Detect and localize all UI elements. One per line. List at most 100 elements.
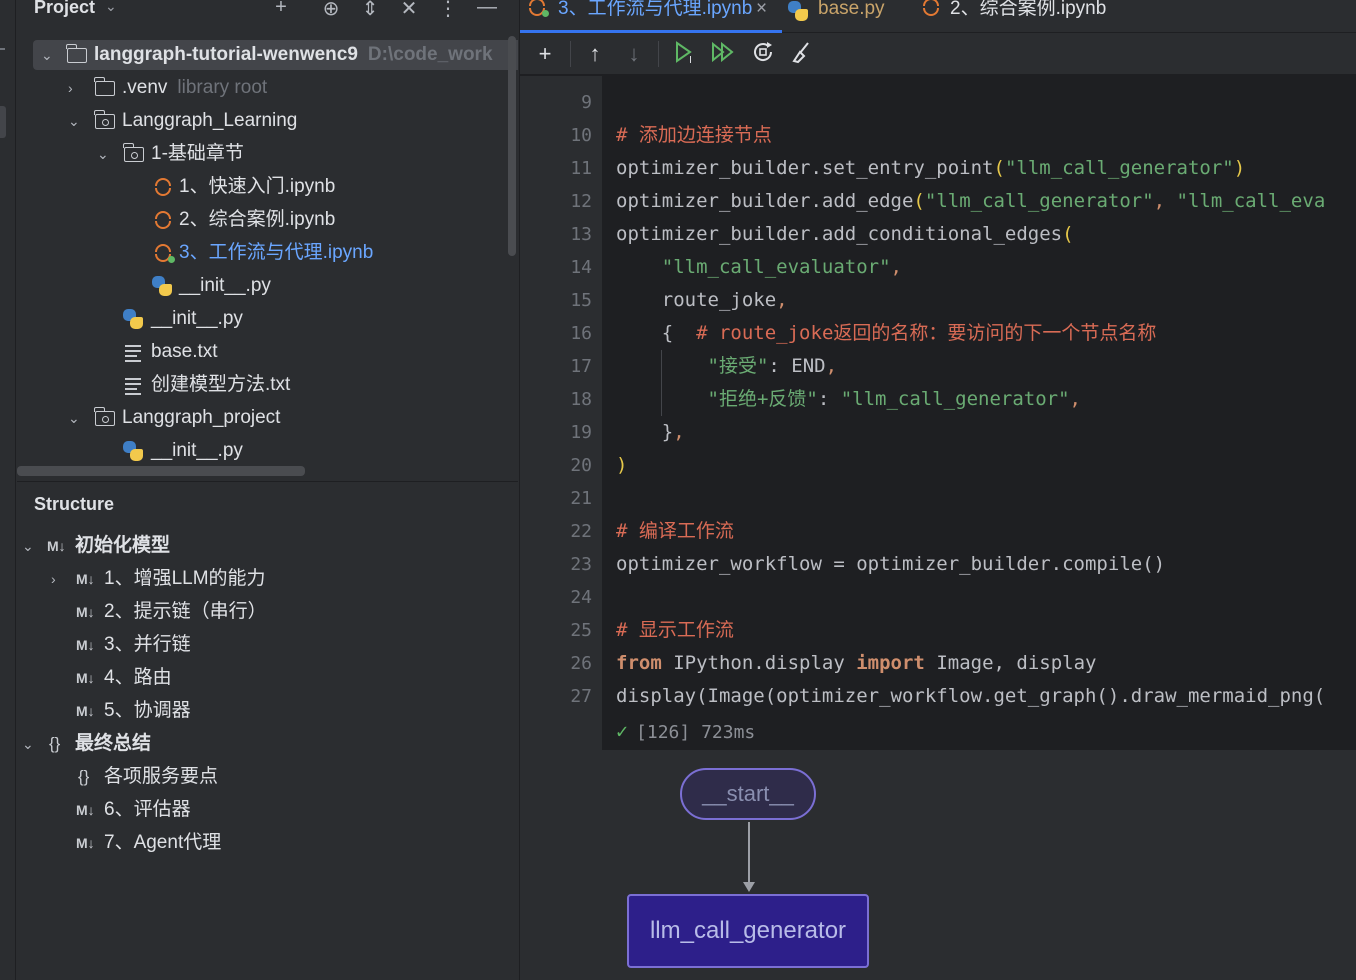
project-tool-button[interactable]	[0, 106, 6, 138]
line-number: 15	[570, 290, 592, 311]
tree-item-label: __init__.py	[151, 308, 243, 329]
chevron-down-icon[interactable]: ⌄	[105, 0, 117, 15]
structure-item[interactable]: {} 各项服务要点	[17, 762, 518, 792]
new-file-icon[interactable]: +	[269, 0, 293, 19]
structure-item[interactable]: M↓ 2、提示链（串行）	[17, 597, 518, 627]
tree-item-langgraph-learning[interactable]: ⌄ Langgraph_Learning	[17, 106, 518, 136]
structure-item[interactable]: M↓ 3、并行链	[17, 630, 518, 660]
clear-outputs-icon[interactable]	[786, 39, 816, 69]
project-panel: Project ⌄ + ⊕ ⇕ ✕ ⋮ — ⌄ langgraph-tutori…	[17, 0, 518, 480]
structure-item-label: 最终总结	[75, 733, 152, 754]
structure-item[interactable]: M↓ 6、评估器	[17, 795, 518, 825]
tree-item-model-txt[interactable]: 创建模型方法.txt	[17, 370, 518, 400]
graph-output-image: __start__ llm_call_generator	[602, 750, 1356, 980]
structure-item[interactable]: M↓ 5、协调器	[17, 696, 518, 726]
tree-item-basics[interactable]: ⌄ 1-基础章节	[17, 139, 518, 169]
notebook-running-icon	[154, 238, 175, 272]
notebook-icon	[922, 0, 940, 21]
line-number: 14	[570, 257, 592, 278]
chevron-right-icon[interactable]: ›	[68, 73, 73, 103]
hide-panel-icon[interactable]: —	[475, 0, 499, 19]
chevron-down-icon[interactable]: ⌄	[22, 729, 34, 759]
code-cell-icon: {}	[78, 767, 90, 786]
move-down-icon[interactable]: ↓	[619, 39, 649, 69]
text-file-icon	[125, 370, 143, 404]
chevron-down-icon[interactable]: ⌄	[68, 403, 80, 433]
tree-item-init-py[interactable]: __init__.py	[17, 436, 518, 466]
expand-all-icon[interactable]: ⇕	[358, 0, 382, 21]
move-up-icon[interactable]: ↑	[580, 39, 610, 69]
tree-item-label: langgraph-tutorial-wenwenc9 D:\code_work	[94, 44, 493, 65]
code-line: # 显示工作流	[616, 619, 734, 641]
tree-item-base-txt[interactable]: base.txt	[17, 337, 518, 367]
structure-item[interactable]: ⌄ {} 最终总结	[17, 729, 518, 759]
folder-icon	[66, 40, 87, 73]
tree-item-venv[interactable]: › .venv library root	[17, 73, 518, 103]
line-number: 22	[570, 521, 592, 542]
line-number: 24	[570, 587, 592, 608]
structure-item-label: 初始化模型	[75, 535, 171, 556]
add-cell-icon[interactable]: +	[530, 39, 560, 69]
markdown-icon: M↓	[76, 703, 95, 719]
markdown-icon: M↓	[76, 835, 95, 851]
tree-item-root[interactable]: ⌄ langgraph-tutorial-wenwenc9 D:\code_wor…	[33, 40, 518, 70]
restart-kernel-icon[interactable]	[748, 39, 778, 69]
tree-item-label: __init__.py	[179, 275, 271, 296]
tree-item-label: Langgraph_Learning	[122, 110, 298, 131]
tree-item-label: 创建模型方法.txt	[151, 374, 291, 395]
line-number: 25	[570, 620, 592, 641]
editor-area: 3、工作流与代理.ipynb × base.py 2、综合案例.ipynb + …	[519, 0, 1356, 980]
collapse-all-icon[interactable]: ✕	[397, 0, 421, 21]
close-icon[interactable]: ×	[756, 0, 767, 19]
structure-item[interactable]: ⌄ M↓ 初始化模型	[17, 531, 518, 561]
vertical-scrollbar[interactable]	[508, 36, 516, 256]
line-number: 9	[581, 92, 592, 113]
code-line: },	[661, 421, 685, 443]
tab-bar: 3、工作流与代理.ipynb × base.py 2、综合案例.ipynb	[520, 0, 1356, 33]
run-all-icon[interactable]	[708, 39, 738, 69]
tab-case-notebook[interactable]: 2、综合案例.ipynb	[922, 0, 1122, 32]
project-title[interactable]: Project	[34, 0, 95, 18]
code-line: { # route_joke返回的名称：要访问的下一个节点名称	[661, 322, 1157, 344]
tree-item-notebook-1[interactable]: 1、快速入门.ipynb	[17, 172, 518, 202]
tree-item-notebook-2[interactable]: 2、综合案例.ipynb	[17, 205, 518, 235]
chevron-down-icon[interactable]: ⌄	[22, 531, 34, 561]
code-cell[interactable]: ‾ ‾ ‾ ‾ ‾ ‾ ‾ ‾ ‾ ‾ ‾ ‾ ‾ ‾ ‾ ‾ ‾ ‾ ‾ ‾ …	[602, 76, 1356, 750]
more-options-icon[interactable]: ⋮	[436, 0, 460, 21]
line-number: 17	[570, 356, 592, 377]
tree-item-langgraph-project[interactable]: ⌄ Langgraph_project	[17, 403, 518, 433]
package-folder-icon	[94, 403, 115, 436]
strip-tick	[0, 48, 5, 50]
tab-workflow-notebook[interactable]: 3、工作流与代理.ipynb ×	[528, 0, 786, 32]
code-line: # 编译工作流	[616, 520, 734, 542]
graph-node-start: __start__	[680, 768, 816, 820]
tree-item-notebook-3[interactable]: 3、工作流与代理.ipynb	[17, 238, 518, 268]
notebook-icon	[154, 172, 172, 206]
chevron-right-icon[interactable]: ›	[51, 564, 56, 594]
folder-icon	[94, 73, 115, 106]
structure-item[interactable]: M↓ 7、Agent代理	[17, 828, 518, 858]
tree-item-label: base.txt	[151, 341, 218, 362]
structure-item[interactable]: M↓ 4、路由	[17, 663, 518, 693]
structure-item[interactable]: › M↓ 1、增强LLM的能力	[17, 564, 518, 594]
chevron-down-icon[interactable]: ⌄	[68, 106, 80, 136]
chevron-down-icon[interactable]: ⌄	[41, 40, 53, 70]
graph-node-generator: llm_call_generator	[627, 894, 869, 968]
code-line: display(Image(optimizer_workflow.get_gra…	[616, 685, 1326, 707]
run-cell-icon[interactable]: I	[670, 39, 700, 69]
horizontal-scrollbar[interactable]	[17, 466, 305, 476]
package-folder-icon	[94, 106, 115, 139]
indent-guide	[661, 350, 662, 416]
structure-item-label: 3、并行链	[104, 634, 191, 655]
structure-item-label: 2、提示链（串行）	[104, 601, 267, 622]
locate-icon[interactable]: ⊕	[319, 0, 343, 21]
markdown-icon: M↓	[76, 802, 95, 818]
tree-item-label: 3、工作流与代理.ipynb	[179, 242, 374, 263]
chevron-down-icon[interactable]: ⌄	[97, 139, 109, 169]
code-line: "接受": END,	[707, 355, 838, 377]
tree-item-init-py[interactable]: __init__.py	[17, 304, 518, 334]
tree-item-init-py[interactable]: __init__.py	[17, 271, 518, 301]
line-number: 27	[570, 686, 592, 707]
tab-base-py[interactable]: base.py	[788, 0, 898, 32]
code-line: optimizer_builder.add_edge("llm_call_gen…	[616, 190, 1326, 212]
